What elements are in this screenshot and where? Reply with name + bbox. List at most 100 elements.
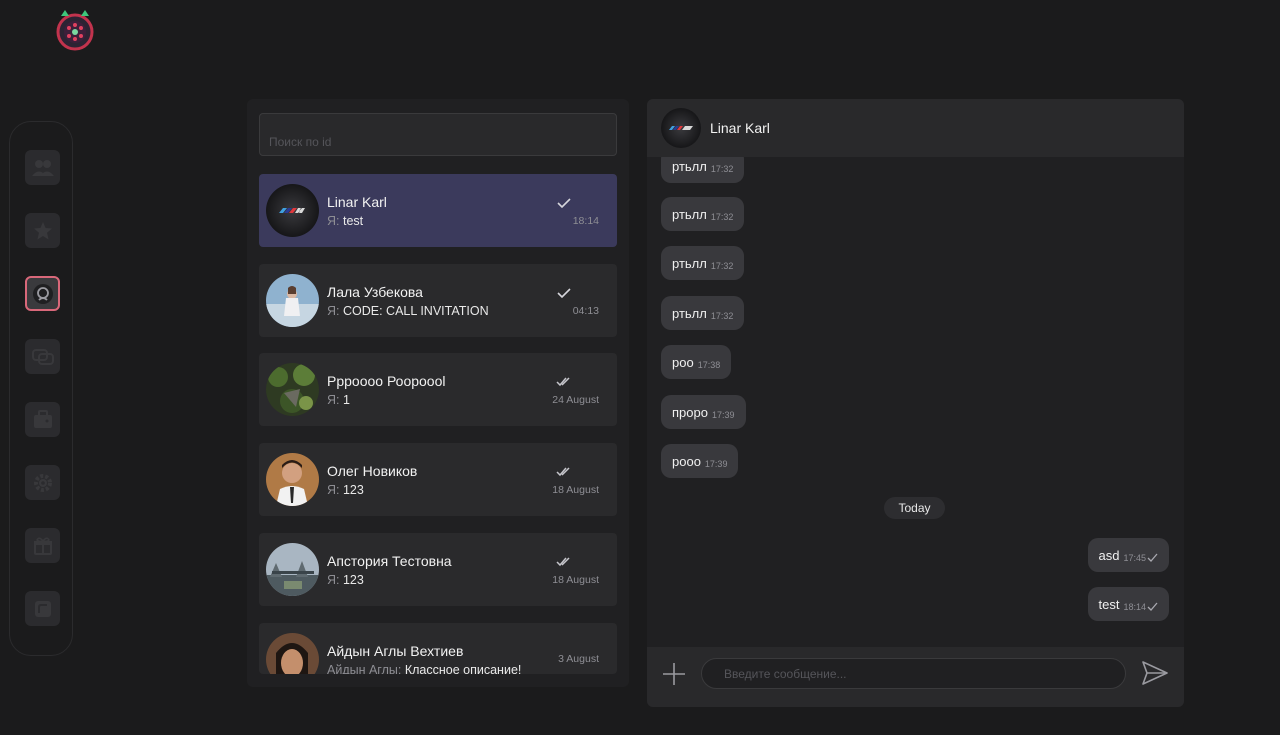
message-time: 17:39: [704, 459, 728, 469]
chat-preview-text: 123: [342, 483, 364, 497]
sidebar-rail: [9, 121, 73, 656]
message-text: рооо: [672, 453, 701, 469]
single-check-icon: [1147, 553, 1158, 562]
chat-time: 04:13: [572, 305, 599, 317]
chat-preview-text: Классное описание!: [404, 663, 522, 674]
message-time: 17:39: [711, 410, 735, 420]
chat-sender: Я:: [327, 483, 340, 497]
chat-preview-text: test: [342, 214, 364, 228]
avatar: [266, 453, 319, 506]
avatar: [266, 363, 319, 416]
message-time: 17:32: [710, 212, 734, 222]
message-input[interactable]: [701, 658, 1126, 689]
message-text: ртьлл: [672, 255, 707, 271]
search-input[interactable]: [259, 113, 617, 156]
single-check-icon: [557, 198, 571, 209]
date-divider: Today: [884, 497, 945, 519]
chat-item-oleg[interactable]: Олег Новиков Я: 123 18 August: [259, 443, 617, 516]
chat-name: Linar Karl: [327, 194, 387, 210]
message-text: роо: [672, 354, 694, 370]
chat-time: 18 August: [552, 484, 599, 496]
message-text: проро: [672, 404, 708, 420]
chat-name: Лала Узбекова: [327, 284, 423, 300]
chat-preview: Я: test: [327, 214, 363, 228]
chat-name: Апстория Тестовна: [327, 553, 452, 569]
chat-preview-text: 1: [342, 393, 350, 407]
card-icon: [34, 600, 51, 617]
single-check-icon: [557, 288, 571, 299]
chat-item-aydyn[interactable]: Айдын Аглы Вехтиев Айдын Аглы: Классное …: [259, 623, 617, 674]
message-time: 17:32: [710, 311, 734, 321]
conversation-panel: Linar Karl ртьлл 17:32 ртьлл 17:32 ртьлл…: [647, 99, 1184, 707]
message-text: ртьлл: [672, 158, 707, 174]
sidebar-item-gifts[interactable]: [25, 528, 60, 563]
sidebar-item-contacts[interactable]: [25, 150, 60, 185]
app-logo: [55, 6, 95, 52]
message-incoming[interactable]: проро 17:39: [661, 395, 746, 429]
chat-preview: Я: 123: [327, 483, 364, 497]
avatar: [266, 633, 319, 674]
avatar: [266, 543, 319, 596]
message-text: ртьлл: [672, 206, 707, 222]
attach-plus-icon[interactable]: [662, 662, 686, 686]
message-time: 18:14: [1123, 602, 1146, 612]
star-icon: [33, 221, 52, 239]
message-outgoing[interactable]: asd 17:45: [1087, 538, 1169, 572]
chat-item-rrrooo[interactable]: Ррроооо Роороool Я: 1 24 August: [259, 353, 617, 426]
chat-item-lala[interactable]: Лала Узбекова Я: CODE: CALL INVITATION 0…: [259, 264, 617, 337]
sidebar-item-cards[interactable]: [25, 591, 60, 626]
message-incoming[interactable]: ртьлл 17:32: [661, 246, 745, 280]
chat-time: 18 August: [552, 574, 599, 586]
chat-sender: Айдын Аглы:: [327, 663, 402, 674]
sidebar-item-chats[interactable]: [25, 276, 60, 311]
message-incoming[interactable]: роо 17:38: [661, 345, 732, 379]
conversation-header: Linar Karl: [647, 99, 1184, 157]
chat-preview: Я: 1: [327, 393, 350, 407]
messages-icon: [31, 348, 54, 365]
avatar: [266, 274, 319, 327]
sidebar-item-messages[interactable]: [25, 339, 60, 374]
sidebar-item-settings[interactable]: [25, 465, 60, 500]
chat-sender: Я:: [327, 214, 340, 228]
message-time: 17:45: [1123, 553, 1146, 563]
message-text: asd: [1098, 547, 1120, 563]
double-check-icon: [556, 377, 570, 387]
chat-preview: Я: 123: [327, 573, 364, 587]
double-check-icon: [556, 467, 570, 477]
message-incoming[interactable]: рооо 17:39: [661, 444, 739, 478]
chat-item-linar-karl[interactable]: Linar Karl Я: test 18:14: [259, 174, 617, 247]
message-text: test: [1098, 596, 1120, 612]
chat-name: Айдын Аглы Вехтиев: [327, 643, 464, 659]
chat-time: 24 August: [552, 394, 599, 406]
message-incoming[interactable]: ртьлл 17:32: [661, 296, 745, 330]
message-composer: [647, 647, 1184, 707]
chat-sender: Я:: [327, 304, 340, 318]
avatar: [266, 184, 319, 237]
chat-preview-text: CODE: CALL INVITATION: [342, 304, 489, 318]
chat-list-panel: Linar Karl Я: test 18:14 Лала Узбекова Я…: [247, 99, 629, 687]
conversation-title[interactable]: Linar Karl: [710, 120, 770, 136]
chat-item-apstoria[interactable]: Апстория Тестовна Я: 123 18 August: [259, 533, 617, 606]
gift-icon: [33, 537, 52, 555]
avatar[interactable]: [661, 108, 701, 148]
message-text: ртьлл: [672, 305, 707, 321]
gear-icon: [33, 473, 52, 492]
sidebar-item-wallet[interactable]: [25, 402, 60, 437]
message-time: 17:32: [710, 261, 734, 271]
single-check-icon: [1147, 602, 1158, 611]
message-outgoing[interactable]: test 18:14: [1087, 587, 1169, 621]
chat-sender: Я:: [327, 573, 340, 587]
sidebar-item-favorites[interactable]: [25, 213, 60, 248]
chat-name: Ррроооо Роороool: [327, 373, 446, 389]
chat-time: 18:14: [572, 215, 599, 227]
send-icon[interactable]: [1141, 660, 1169, 686]
message-incoming[interactable]: ртьлл 17:32: [661, 197, 745, 231]
chat-name: Олег Новиков: [327, 463, 418, 479]
chat-bubble-icon: [32, 283, 53, 304]
chat-preview-text: 123: [342, 573, 364, 587]
message-time: 17:32: [710, 164, 734, 174]
wallet-icon: [33, 409, 52, 428]
chat-time: 3 August: [558, 653, 599, 665]
message-time: 17:38: [697, 360, 721, 370]
chat-preview: Я: CODE: CALL INVITATION: [327, 304, 489, 318]
